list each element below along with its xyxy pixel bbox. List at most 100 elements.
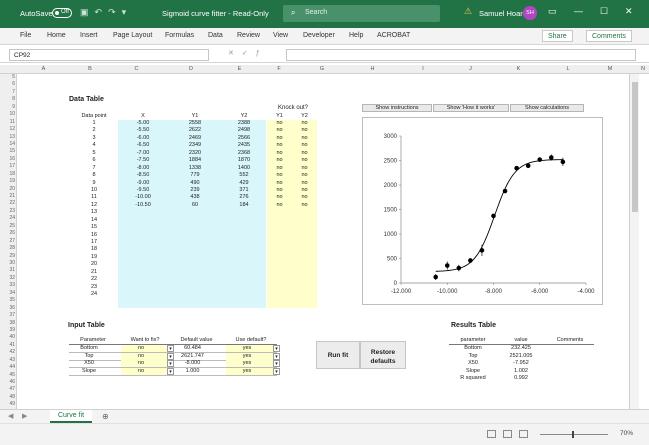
row-header-35[interactable]: 35 — [0, 297, 17, 304]
customize-icon[interactable]: ▾ — [122, 7, 133, 17]
input-cell[interactable]: no — [121, 360, 161, 366]
data-cell[interactable]: 1870 — [221, 157, 267, 163]
row-header-29[interactable]: 29 — [0, 253, 17, 260]
row-header-12[interactable]: 12 — [0, 126, 17, 133]
dropdown-arrow-icon[interactable]: ▾ — [167, 345, 174, 352]
menu-review[interactable]: Review — [237, 32, 260, 39]
input-cell[interactable]: yes — [226, 360, 268, 366]
data-cell[interactable]: no — [267, 187, 292, 193]
row-header-33[interactable]: 33 — [0, 282, 17, 289]
data-cell[interactable]: 2566 — [221, 135, 267, 141]
row-header-46[interactable]: 46 — [0, 379, 17, 386]
input-cell[interactable]: yes — [226, 353, 268, 359]
fx-icon[interactable]: ƒ — [256, 50, 268, 57]
menu-insert[interactable]: Insert — [80, 32, 98, 39]
row-header-26[interactable]: 26 — [0, 230, 17, 237]
row-header-47[interactable]: 47 — [0, 386, 17, 393]
data-cell[interactable]: 2349 — [169, 142, 221, 148]
col-header-F[interactable]: F — [261, 66, 297, 72]
data-cell[interactable]: no — [292, 187, 317, 193]
row-header-25[interactable]: 25 — [0, 223, 17, 230]
dropdown-arrow-icon[interactable]: ▾ — [273, 367, 280, 375]
data-cell[interactable]: no — [292, 165, 317, 171]
data-cell[interactable]: no — [267, 157, 292, 163]
row-header-13[interactable]: 13 — [0, 134, 17, 141]
comments-button[interactable]: Comments — [586, 30, 632, 42]
data-cell[interactable]: no — [292, 157, 317, 163]
dropdown-arrow-icon[interactable]: ▾ — [167, 352, 174, 360]
row-header-11[interactable]: 11 — [0, 119, 17, 126]
row-header-15[interactable]: 15 — [0, 148, 17, 155]
input-cell[interactable]: no — [121, 345, 161, 351]
row-header-30[interactable]: 30 — [0, 260, 17, 267]
col-header-D[interactable]: D — [164, 66, 218, 72]
row-header-38[interactable]: 38 — [0, 320, 17, 327]
col-header-M[interactable]: M — [592, 66, 628, 72]
col-header-B[interactable]: B — [71, 66, 109, 72]
row-header-31[interactable]: 31 — [0, 267, 17, 274]
undo-icon[interactable]: ↶ — [95, 7, 109, 17]
row-header-7[interactable]: 7 — [0, 89, 17, 96]
row-header-48[interactable]: 48 — [0, 394, 17, 401]
col-header-L[interactable]: L — [544, 66, 592, 72]
input-cell[interactable]: no — [121, 368, 161, 374]
row-header-41[interactable]: 41 — [0, 342, 17, 349]
data-cell[interactable]: -5.00 — [121, 120, 165, 126]
data-cell[interactable]: no — [292, 120, 317, 126]
data-cell[interactable]: 371 — [221, 187, 267, 193]
data-cell[interactable]: 2435 — [221, 142, 267, 148]
data-cell[interactable]: no — [267, 142, 292, 148]
col-header-J[interactable]: J — [448, 66, 493, 72]
show-how-it-works-button[interactable]: Show 'How it works' — [433, 104, 509, 112]
row-header-14[interactable]: 14 — [0, 141, 17, 148]
row-header-18[interactable]: 18 — [0, 171, 17, 178]
col-header-A[interactable]: A — [16, 66, 71, 72]
data-cell[interactable]: no — [267, 127, 292, 133]
row-header-5[interactable]: 5 — [0, 74, 17, 81]
data-cell[interactable]: -9.00 — [121, 180, 165, 186]
data-cell[interactable]: 779 — [169, 172, 221, 178]
restore-defaults-button[interactable]: Restore defaults — [360, 341, 406, 369]
row-header-44[interactable]: 44 — [0, 364, 17, 371]
minimize-icon[interactable]: — — [574, 6, 583, 16]
input-cell[interactable]: yes — [226, 368, 268, 374]
data-cell[interactable]: 2320 — [169, 150, 221, 156]
col-header-K[interactable]: K — [493, 66, 544, 72]
scroll-thumb[interactable] — [632, 82, 638, 212]
col-header-N[interactable]: N — [628, 66, 649, 72]
data-cell[interactable]: 2388 — [221, 120, 267, 126]
data-cell[interactable]: no — [267, 150, 292, 156]
dropdown-arrow-icon[interactable]: ▾ — [273, 360, 280, 368]
data-cell[interactable]: 60 — [169, 202, 221, 208]
menu-developer[interactable]: Developer — [303, 32, 335, 39]
data-cell[interactable]: 2558 — [169, 120, 221, 126]
row-header-32[interactable]: 32 — [0, 275, 17, 282]
data-cell[interactable]: no — [267, 172, 292, 178]
data-cell[interactable]: 429 — [221, 180, 267, 186]
menu-file[interactable]: File — [20, 32, 31, 39]
row-header-24[interactable]: 24 — [0, 215, 17, 222]
row-header-9[interactable]: 9 — [0, 104, 17, 111]
data-cell[interactable]: no — [292, 172, 317, 178]
row-header-42[interactable]: 42 — [0, 349, 17, 356]
vertical-scrollbar[interactable] — [629, 74, 639, 409]
redo-icon[interactable]: ↷ — [108, 7, 122, 17]
autosave-toggle[interactable]: Off — [52, 8, 72, 18]
formula-input[interactable] — [286, 49, 636, 61]
data-cell[interactable]: 1884 — [169, 157, 221, 163]
input-cell[interactable]: no — [121, 353, 161, 359]
data-cell[interactable]: no — [292, 135, 317, 141]
save-icon[interactable]: ▣ — [80, 7, 95, 17]
row-header-37[interactable]: 37 — [0, 312, 17, 319]
input-cell[interactable]: yes — [226, 345, 268, 351]
data-cell[interactable]: -6.50 — [121, 142, 165, 148]
data-cell[interactable]: no — [267, 202, 292, 208]
data-cell[interactable]: 552 — [221, 172, 267, 178]
data-cell[interactable]: 239 — [169, 187, 221, 193]
cancel-icon[interactable]: ✕ — [228, 50, 242, 57]
row-header-22[interactable]: 22 — [0, 200, 17, 207]
col-header-C[interactable]: C — [109, 66, 164, 72]
col-header-I[interactable]: I — [398, 66, 448, 72]
row-header-27[interactable]: 27 — [0, 238, 17, 245]
menu-view[interactable]: View — [273, 32, 288, 39]
